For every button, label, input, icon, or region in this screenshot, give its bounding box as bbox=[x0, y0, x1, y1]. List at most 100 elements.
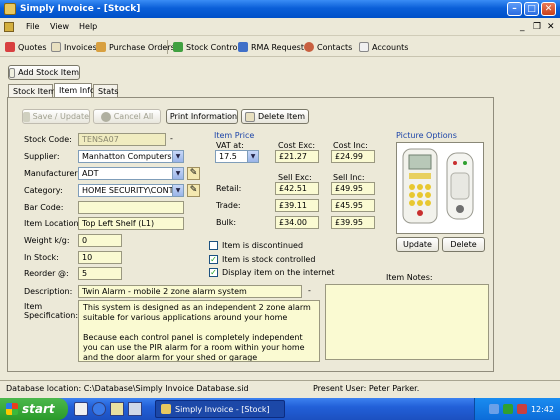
stock-code-label: Stock Code: bbox=[24, 135, 72, 144]
specification-paragraph: This system is designed as an independen… bbox=[83, 303, 311, 322]
category-label: Category: bbox=[24, 186, 63, 195]
vat-select[interactable]: 17.5 ▼ bbox=[215, 150, 259, 163]
cost-exc-field[interactable]: £21.27 bbox=[275, 150, 319, 163]
window-title: Simply Invoice - [Stock] bbox=[20, 4, 141, 14]
network-icon[interactable] bbox=[488, 404, 499, 414]
print-information-button[interactable]: Print Information bbox=[166, 109, 238, 124]
title-bar: Simply Invoice - [Stock] – □ ✕ bbox=[0, 0, 560, 18]
quick-launch-folder-icon[interactable] bbox=[110, 402, 124, 416]
toolbar-separator bbox=[167, 40, 168, 54]
quotes-icon bbox=[5, 42, 15, 52]
add-icon bbox=[9, 67, 16, 78]
edit-manufacturer-pencil-icon[interactable]: ✎ bbox=[187, 167, 200, 180]
simply-invoice-icon bbox=[161, 404, 171, 414]
present-user: Present User: Peter Parker. bbox=[313, 384, 420, 393]
item-location-field[interactable]: Top Left Shelf (L1) bbox=[78, 217, 184, 230]
tray-app-icon[interactable] bbox=[516, 404, 527, 414]
cancel-all-button[interactable]: Cancel All bbox=[93, 109, 161, 124]
manufacturer-select[interactable]: ADT ▼ bbox=[78, 167, 184, 180]
quotes-button[interactable]: Quotes bbox=[3, 39, 49, 55]
mdi-restore-icon[interactable]: ❐ bbox=[533, 22, 541, 32]
quick-launch-app-icon[interactable] bbox=[128, 402, 142, 416]
clock[interactable]: 12:42 bbox=[531, 405, 554, 414]
tab-item-info[interactable]: Item Info bbox=[54, 83, 95, 97]
menu-file[interactable]: File bbox=[26, 22, 39, 31]
tab-stock-items[interactable]: Stock Items bbox=[8, 84, 60, 97]
taskbar-item-simply-invoice[interactable]: Simply Invoice - [Stock] bbox=[155, 400, 285, 418]
invoices-icon bbox=[51, 42, 61, 52]
checkmark-icon: ✓ bbox=[209, 268, 218, 277]
minimize-icon[interactable]: – bbox=[507, 2, 522, 16]
edit-category-pencil-icon[interactable]: ✎ bbox=[187, 184, 200, 197]
accounts-button[interactable]: Accounts bbox=[357, 39, 410, 55]
reorder-field[interactable]: 5 bbox=[78, 267, 122, 280]
product-image bbox=[396, 142, 484, 234]
menu-view[interactable]: View bbox=[50, 22, 69, 31]
tab-stats[interactable]: Stats bbox=[93, 84, 118, 97]
cost-inc-field[interactable]: £24.99 bbox=[331, 150, 375, 163]
database-location: Database location: C:\Database\Simply In… bbox=[6, 384, 249, 393]
chevron-down-icon: ▼ bbox=[247, 151, 258, 162]
stock-code-dash: - bbox=[170, 134, 173, 143]
retail-label: Retail: bbox=[216, 184, 242, 193]
discontinued-checkbox[interactable]: Item is discontinued bbox=[209, 241, 303, 250]
specification-field[interactable]: This system is designed as an independen… bbox=[78, 300, 320, 362]
purchase-orders-button[interactable]: Purchase Orders bbox=[94, 39, 177, 55]
in-stock-field[interactable]: 10 bbox=[78, 251, 122, 264]
mdi-close-icon[interactable]: ✕ bbox=[547, 22, 555, 32]
cost-inc-label: Cost Inc: bbox=[333, 141, 368, 150]
weight-label: Weight k/g: bbox=[24, 236, 70, 245]
maximize-icon[interactable]: □ bbox=[524, 2, 539, 16]
picture-delete-button[interactable]: Delete bbox=[442, 237, 485, 252]
save-icon bbox=[23, 111, 30, 122]
chevron-down-icon: ▼ bbox=[172, 185, 183, 196]
menu-bar: File View Help _ ❐ ✕ bbox=[0, 18, 560, 36]
bar-code-label: Bar Code: bbox=[24, 203, 64, 212]
status-bar: Database location: C:\Database\Simply In… bbox=[0, 380, 560, 396]
bulk-exc-field[interactable]: £34.00 bbox=[275, 216, 319, 229]
add-stock-item-button[interactable]: Add Stock Item bbox=[8, 65, 80, 80]
bulk-inc-field[interactable]: £39.95 bbox=[331, 216, 375, 229]
quick-launch-ie-icon[interactable] bbox=[92, 402, 106, 416]
item-price-group-title: Item Price bbox=[214, 131, 255, 140]
retail-inc-field[interactable]: £49.95 bbox=[331, 182, 375, 195]
windows-flag-icon bbox=[6, 403, 18, 415]
vat-label: VAT at: bbox=[216, 141, 244, 150]
stock-controlled-checkbox[interactable]: ✓ Item is stock controlled bbox=[209, 255, 315, 264]
purchase-orders-icon bbox=[96, 42, 106, 52]
reorder-label: Reorder @: bbox=[24, 269, 69, 278]
picture-update-button[interactable]: Update bbox=[396, 237, 439, 252]
bar-code-field[interactable] bbox=[78, 201, 184, 214]
rma-request-button[interactable]: RMA Request bbox=[236, 39, 306, 55]
display-internet-checkbox[interactable]: ✓ Display item on the internet bbox=[209, 268, 334, 277]
retail-exc-field[interactable]: £42.51 bbox=[275, 182, 319, 195]
save-update-button[interactable]: Save / Update bbox=[22, 109, 90, 124]
checkmark-icon: ✓ bbox=[209, 255, 218, 264]
chevron-down-icon: ▼ bbox=[172, 151, 183, 162]
mdi-minimize-icon[interactable]: _ bbox=[520, 22, 525, 32]
item-notes-label: Item Notes: bbox=[386, 273, 433, 282]
description-label: Description: bbox=[24, 287, 73, 296]
delete-item-button[interactable]: Delete Item bbox=[241, 109, 309, 124]
stock-control-button[interactable]: Stock Control bbox=[171, 39, 242, 55]
trade-exc-field[interactable]: £39.11 bbox=[275, 199, 319, 212]
invoices-button[interactable]: Invoices bbox=[49, 39, 99, 55]
category-select[interactable]: HOME SECURITY\CONT ▼ bbox=[78, 184, 184, 197]
item-notes-field[interactable] bbox=[325, 284, 489, 360]
close-icon[interactable]: ✕ bbox=[541, 2, 556, 16]
cancel-icon bbox=[100, 111, 111, 122]
weight-field[interactable]: 0 bbox=[78, 234, 122, 247]
chevron-down-icon: ▼ bbox=[172, 168, 183, 179]
menu-help[interactable]: Help bbox=[79, 22, 97, 31]
security-icon[interactable] bbox=[502, 404, 513, 414]
description-field[interactable]: Twin Alarm - mobile 2 zone alarm system bbox=[78, 285, 302, 298]
supplier-select[interactable]: Manhatton Computers ▼ bbox=[78, 150, 184, 163]
start-button[interactable]: start bbox=[0, 398, 68, 420]
specification-label: Item Specification: bbox=[24, 302, 79, 320]
contacts-button[interactable]: Contacts bbox=[302, 39, 354, 55]
manufacturer-label: Manufacturer: bbox=[24, 169, 81, 178]
description-dash: - bbox=[308, 286, 311, 295]
quick-launch-desktop-icon[interactable] bbox=[74, 402, 88, 416]
trade-inc-field[interactable]: £45.95 bbox=[331, 199, 375, 212]
delete-icon bbox=[244, 111, 255, 122]
